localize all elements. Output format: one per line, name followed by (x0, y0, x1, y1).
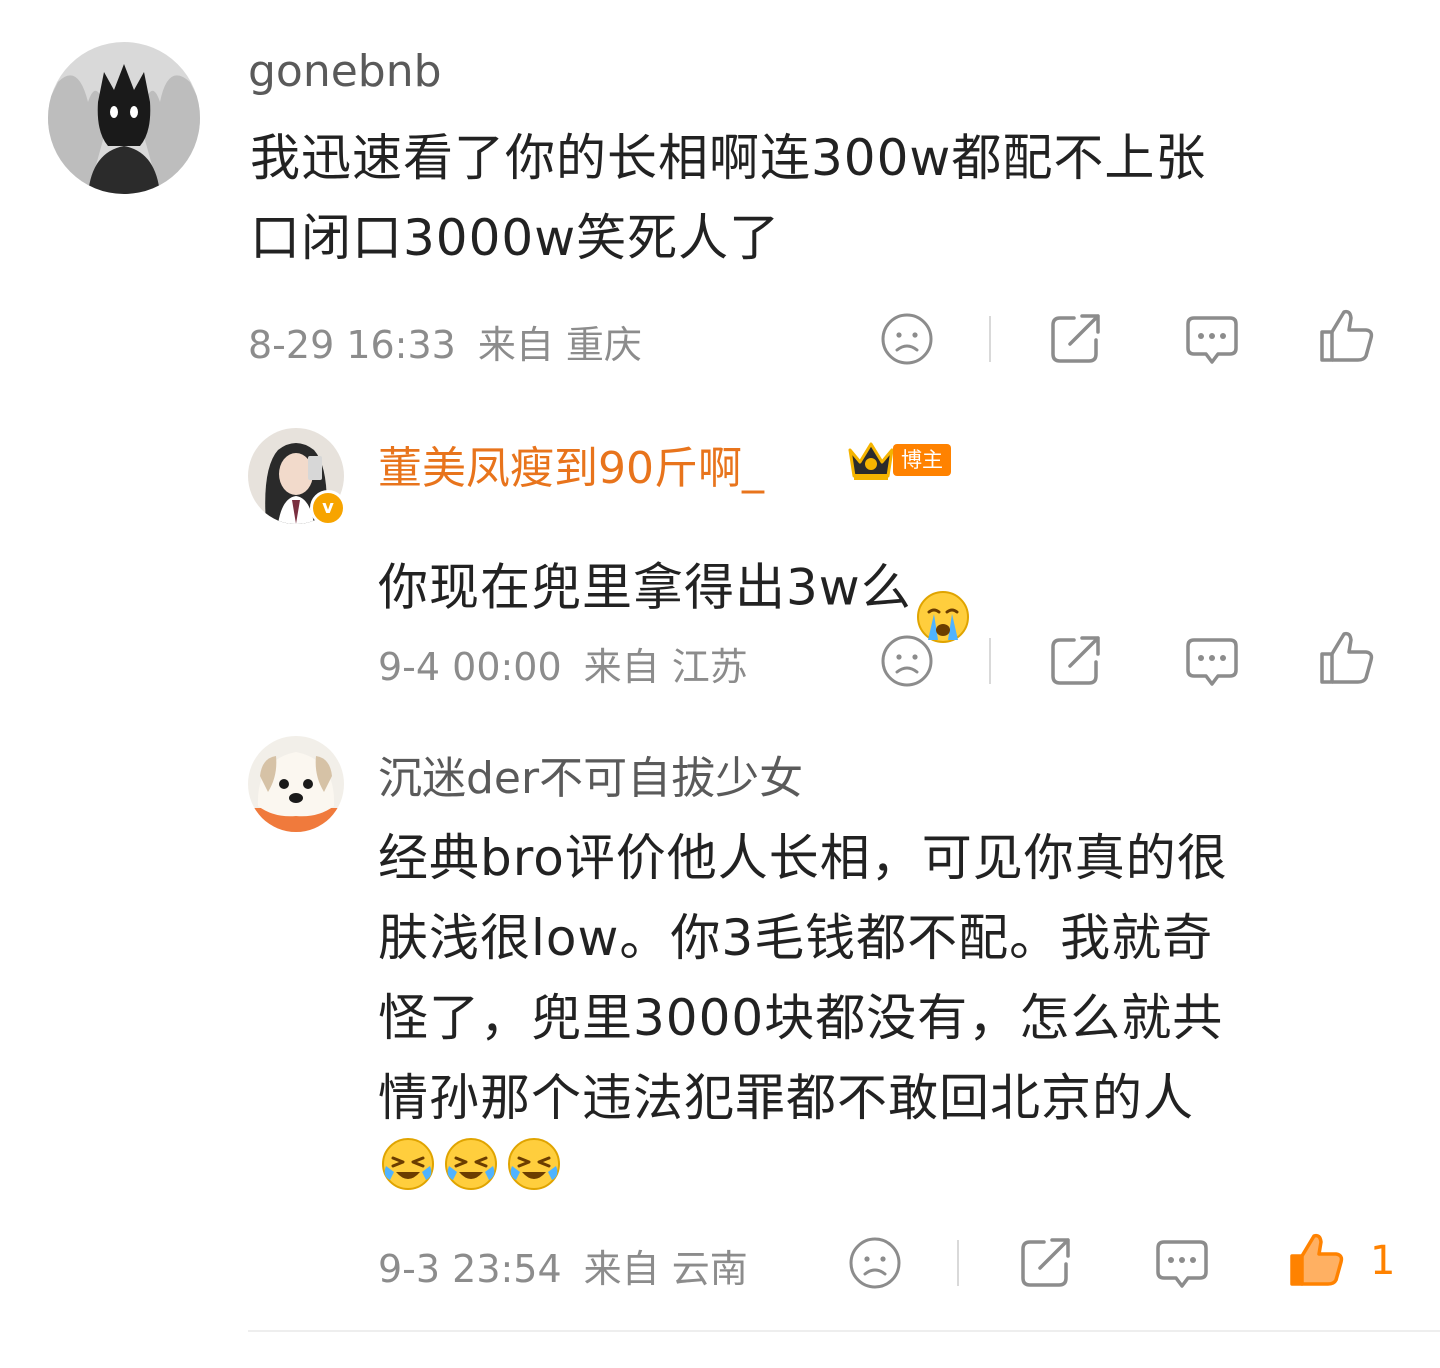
laughing-emoji (506, 1136, 562, 1196)
verified-badge: v (310, 490, 346, 526)
comment-location: 来自 云南 (583, 1247, 748, 1291)
share-icon[interactable] (1048, 632, 1104, 688)
crown-icon (846, 438, 896, 486)
emoji-row (380, 1136, 562, 1196)
avatar[interactable] (48, 42, 200, 194)
comment-meta: 9-4 00:00 来自 江苏 (378, 636, 748, 691)
laughing-emoji (380, 1136, 436, 1196)
comment-text-content: 你现在兜里拿得出3w么 (378, 558, 912, 617)
comment-icon[interactable] (1184, 634, 1240, 690)
avatar[interactable] (248, 736, 344, 832)
comment-icon[interactable] (1184, 312, 1240, 368)
like-icon-active[interactable] (1288, 1230, 1346, 1288)
action-separator (989, 316, 991, 362)
comment-text: 我迅速看了你的长相啊连300w都配不上张 口闭口3000w笑死人了 (250, 129, 1207, 267)
dislike-icon[interactable] (880, 312, 934, 366)
comment-username[interactable]: 沉迷der不可自拔少女 (378, 742, 803, 806)
like-icon[interactable] (1318, 628, 1376, 686)
like-icon[interactable] (1318, 306, 1376, 364)
dislike-icon[interactable] (848, 1236, 902, 1290)
comment-time: 9-4 00:00 (378, 645, 562, 689)
comment-username[interactable]: gonebnb (248, 46, 442, 97)
comment-location: 来自 江苏 (583, 645, 748, 689)
comment-location: 来自 重庆 (477, 323, 642, 367)
comment-time: 9-3 23:54 (378, 1247, 562, 1291)
action-separator (989, 638, 991, 684)
divider (248, 1330, 1440, 1332)
creator-badge: 博主 (893, 444, 951, 476)
comment-text: 经典bro评价他人长相，可见你真的很 肤浅很low。你3毛钱都不配。我就奇 怪了… (378, 829, 1228, 1127)
creator-username[interactable]: 董美凤瘦到90斤啊_ (378, 432, 764, 496)
comment-time: 8-29 16:33 (248, 323, 456, 367)
comment-meta: 8-29 16:33 来自 重庆 (248, 314, 642, 369)
action-separator (957, 1240, 959, 1286)
comment-icon[interactable] (1154, 1236, 1210, 1292)
laughing-emoji (443, 1136, 499, 1196)
share-icon[interactable] (1048, 310, 1104, 366)
comment-meta: 9-3 23:54 来自 云南 (378, 1238, 748, 1293)
like-count: 1 (1370, 1238, 1396, 1284)
share-icon[interactable] (1018, 1234, 1074, 1290)
dislike-icon[interactable] (880, 634, 934, 688)
